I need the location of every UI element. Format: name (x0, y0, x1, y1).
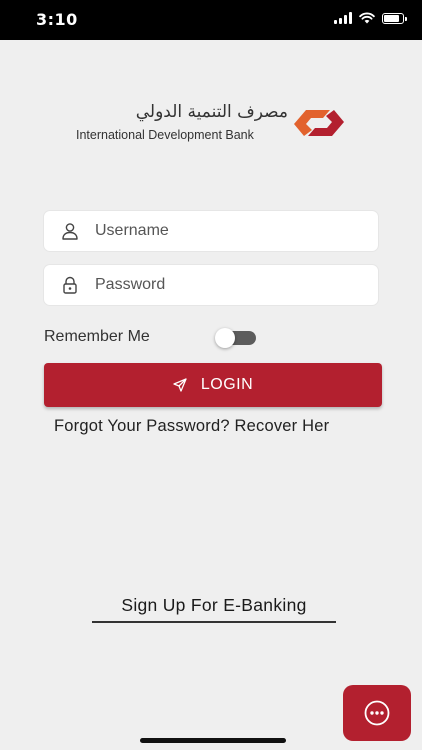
chat-bubble-icon (364, 700, 390, 726)
remember-me-toggle[interactable] (215, 328, 256, 348)
signup-underline (92, 621, 336, 623)
status-bar: 3:10 (0, 0, 422, 40)
toggle-knob[interactable] (215, 328, 235, 348)
logo-arabic-name: مصرف التنمية الدولي (135, 102, 289, 122)
password-field[interactable] (44, 265, 378, 305)
remember-me-label: Remember Me (44, 328, 150, 345)
battery-icon (382, 12, 407, 24)
chat-button[interactable] (343, 685, 411, 741)
status-time: 3:10 (36, 10, 78, 29)
home-indicator (140, 738, 286, 743)
username-field[interactable] (44, 211, 378, 251)
signup-link[interactable]: Sign Up For E-Banking (92, 595, 336, 616)
status-icons (334, 12, 407, 24)
signal-icon (334, 12, 352, 24)
wifi-icon (359, 12, 375, 24)
bank-logo-mark-icon (294, 110, 344, 136)
logo-english-name: International Development Bank (76, 128, 254, 142)
forgot-password-link[interactable]: Forgot Your Password? Recover Her (54, 417, 329, 436)
lock-icon (63, 276, 77, 294)
login-button[interactable]: LOGIN (44, 363, 382, 407)
bank-logo: مصرف التنمية الدولي International Develo… (76, 102, 348, 148)
username-input[interactable] (95, 211, 365, 251)
login-button-label: LOGIN (200, 376, 254, 393)
password-input[interactable] (95, 265, 365, 305)
send-icon (173, 378, 187, 392)
user-icon (62, 223, 78, 240)
